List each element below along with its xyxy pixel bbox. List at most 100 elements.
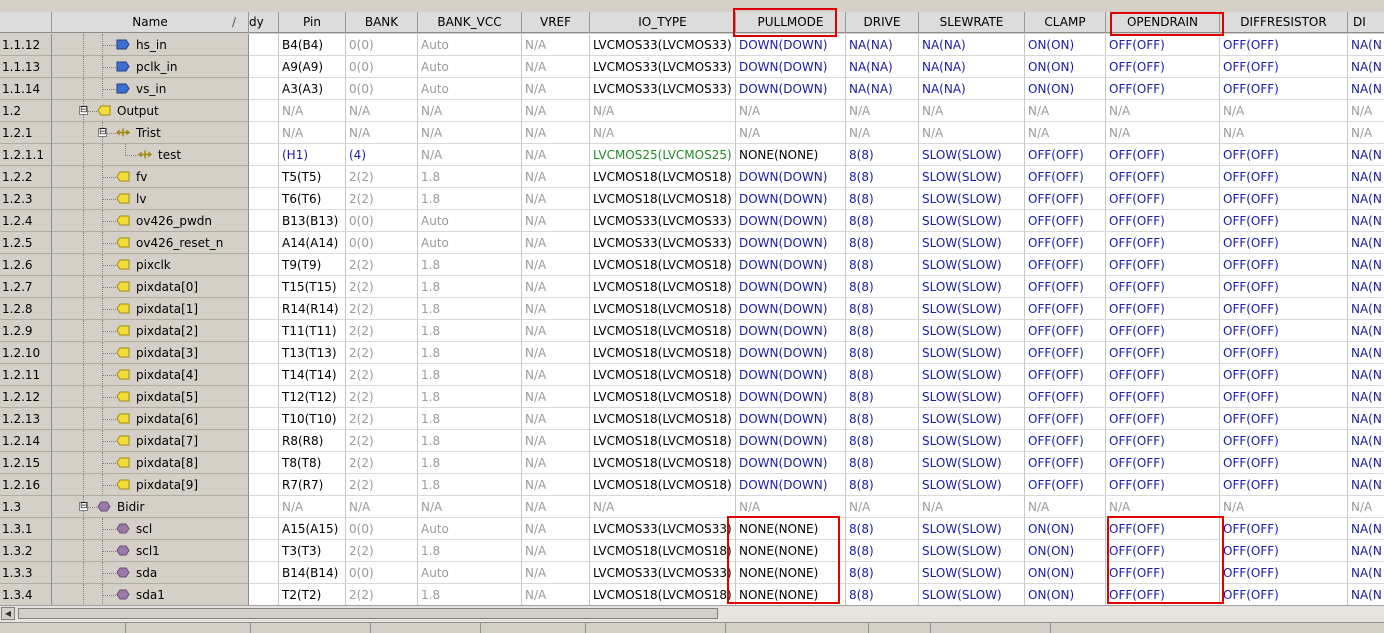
diffresistor-cell[interactable]: OFF(OFF) [1220, 166, 1348, 188]
opendrain-cell[interactable]: OFF(OFF) [1106, 452, 1220, 474]
pullmode-cell[interactable]: DOWN(DOWN) [736, 474, 846, 496]
column-header-pullmode[interactable]: PULLMODE [736, 12, 846, 33]
name-cell[interactable]: ⊟ Output [52, 100, 249, 122]
drive-cell[interactable]: 8(8) [846, 320, 919, 342]
column-header-di[interactable]: DI [1348, 12, 1384, 33]
diffresistor-cell[interactable]: OFF(OFF) [1220, 34, 1348, 56]
drive-cell[interactable]: NA(NA) [846, 78, 919, 100]
bank-vcc-cell[interactable]: 1.8 [418, 276, 522, 298]
bank-vcc-cell[interactable]: 1.8 [418, 386, 522, 408]
bank-cell[interactable]: 2(2) [346, 474, 418, 496]
diffresistor-cell[interactable]: OFF(OFF) [1220, 232, 1348, 254]
slewrate-cell[interactable]: SLOW(SLOW) [919, 298, 1025, 320]
vref-cell[interactable]: N/A [522, 386, 590, 408]
vref-cell[interactable]: N/A [522, 122, 590, 144]
bank-vcc-cell[interactable]: 1.8 [418, 430, 522, 452]
bank-vcc-cell[interactable]: 1.8 [418, 584, 522, 606]
slewrate-cell[interactable]: SLOW(SLOW) [919, 210, 1025, 232]
io-type-cell[interactable]: LVCMOS18(LVCMOS18) [590, 386, 736, 408]
io-type-cell[interactable]: LVCMOS18(LVCMOS18) [590, 254, 736, 276]
name-cell[interactable]: ⊟ Bidir [52, 496, 249, 518]
pullmode-cell[interactable]: DOWN(DOWN) [736, 34, 846, 56]
vref-cell[interactable]: N/A [522, 496, 590, 518]
opendrain-cell[interactable]: OFF(OFF) [1106, 254, 1220, 276]
table-row[interactable]: 1.1.14 vs_in A3(A3) 0(0) Auto N/A LVCMOS33(LVC… [0, 78, 1384, 100]
io-type-cell[interactable]: LVCMOS33(LVCMOS33) [590, 518, 736, 540]
drive-cell[interactable]: 8(8) [846, 562, 919, 584]
io-type-cell[interactable]: LVCMOS18(LVCMOS18) [590, 166, 736, 188]
slewrate-cell[interactable]: SLOW(SLOW) [919, 584, 1025, 606]
drive-cell[interactable]: 8(8) [846, 408, 919, 430]
clamp-cell[interactable]: OFF(OFF) [1025, 408, 1106, 430]
bank-vcc-cell[interactable]: 1.8 [418, 298, 522, 320]
drive-cell[interactable]: 8(8) [846, 386, 919, 408]
name-cell[interactable]: lv [52, 188, 249, 210]
pin-cell[interactable]: T10(T10) [279, 408, 346, 430]
pullmode-cell[interactable]: NONE(NONE) [736, 144, 846, 166]
clamp-cell[interactable]: OFF(OFF) [1025, 232, 1106, 254]
bank-cell[interactable]: 2(2) [346, 298, 418, 320]
vref-cell[interactable]: N/A [522, 518, 590, 540]
table-row[interactable]: 1.2 ⊟ Output N/A N/A N/A N/A N/A N/A N/A N/A N/A N/A… [0, 100, 1384, 122]
vref-cell[interactable]: N/A [522, 232, 590, 254]
column-header-pin[interactable]: Pin [279, 12, 346, 33]
column-header-slewrate[interactable]: SLEWRATE [919, 12, 1025, 33]
table-row[interactable]: 1.2.3 lv T6(T6) 2(2) 1.8 N/A LVCMOS18(LVCMOS18… [0, 188, 1384, 210]
pullmode-cell[interactable]: DOWN(DOWN) [736, 56, 846, 78]
bank-cell[interactable]: 0(0) [346, 562, 418, 584]
column-header-clamp[interactable]: CLAMP [1025, 12, 1106, 33]
diffresistor-cell[interactable]: OFF(OFF) [1220, 518, 1348, 540]
bank-vcc-cell[interactable]: 1.8 [418, 452, 522, 474]
bank-vcc-cell[interactable]: N/A [418, 122, 522, 144]
name-cell[interactable]: pixdata[3] [52, 342, 249, 364]
di-cell[interactable]: NA(N [1348, 518, 1384, 540]
slewrate-cell[interactable]: SLOW(SLOW) [919, 188, 1025, 210]
diffresistor-cell[interactable]: OFF(OFF) [1220, 320, 1348, 342]
clamp-cell[interactable]: OFF(OFF) [1025, 474, 1106, 496]
di-cell[interactable]: NA(N [1348, 276, 1384, 298]
collapse-toggle-icon[interactable]: ⊟ [79, 106, 88, 115]
pullmode-cell[interactable]: DOWN(DOWN) [736, 430, 846, 452]
clamp-cell[interactable]: ON(ON) [1025, 78, 1106, 100]
pullmode-cell[interactable]: NONE(NONE) [736, 584, 846, 606]
pin-cell[interactable]: T8(T8) [279, 452, 346, 474]
di-cell[interactable]: NA(N [1348, 364, 1384, 386]
bank-vcc-cell[interactable]: N/A [418, 496, 522, 518]
opendrain-cell[interactable]: N/A [1106, 496, 1220, 518]
pullmode-cell[interactable]: DOWN(DOWN) [736, 232, 846, 254]
clamp-cell[interactable]: OFF(OFF) [1025, 452, 1106, 474]
scrollbar-thumb[interactable] [18, 608, 718, 619]
vref-cell[interactable]: N/A [522, 408, 590, 430]
pullmode-cell[interactable]: DOWN(DOWN) [736, 78, 846, 100]
pin-cell[interactable]: R8(R8) [279, 430, 346, 452]
clamp-cell[interactable]: OFF(OFF) [1025, 430, 1106, 452]
drive-cell[interactable]: 8(8) [846, 518, 919, 540]
vref-cell[interactable]: N/A [522, 78, 590, 100]
opendrain-cell[interactable]: OFF(OFF) [1106, 78, 1220, 100]
vref-cell[interactable]: N/A [522, 584, 590, 606]
name-cell[interactable]: pixdata[2] [52, 320, 249, 342]
table-row[interactable]: 1.2.2 fv T5(T5) 2(2) 1.8 N/A LVCMOS18(LVCMOS18… [0, 166, 1384, 188]
slewrate-cell[interactable]: NA(NA) [919, 34, 1025, 56]
pullmode-cell[interactable]: DOWN(DOWN) [736, 452, 846, 474]
bank-vcc-cell[interactable]: N/A [418, 100, 522, 122]
pullmode-cell[interactable]: DOWN(DOWN) [736, 298, 846, 320]
diffresistor-cell[interactable]: OFF(OFF) [1220, 342, 1348, 364]
bank-cell[interactable]: 2(2) [346, 408, 418, 430]
opendrain-cell[interactable]: OFF(OFF) [1106, 210, 1220, 232]
bank-cell[interactable]: (4) [346, 144, 418, 166]
opendrain-cell[interactable]: OFF(OFF) [1106, 540, 1220, 562]
bank-cell[interactable]: 2(2) [346, 276, 418, 298]
pin-cell[interactable]: A3(A3) [279, 78, 346, 100]
table-row[interactable]: 1.2.10 pixdata[3] T13(T13) 2(2) 1.8 N/A LVCMOS… [0, 342, 1384, 364]
name-cell[interactable]: hs_in [52, 34, 249, 56]
drive-cell[interactable]: 8(8) [846, 364, 919, 386]
opendrain-cell[interactable]: OFF(OFF) [1106, 276, 1220, 298]
pullmode-cell[interactable]: DOWN(DOWN) [736, 408, 846, 430]
di-cell[interactable]: N/A [1348, 100, 1384, 122]
pin-cell[interactable]: T5(T5) [279, 166, 346, 188]
io-type-cell[interactable]: LVCMOS25(LVCMOS25) [590, 144, 736, 166]
slewrate-cell[interactable]: SLOW(SLOW) [919, 562, 1025, 584]
vref-cell[interactable]: N/A [522, 188, 590, 210]
opendrain-cell[interactable]: OFF(OFF) [1106, 408, 1220, 430]
